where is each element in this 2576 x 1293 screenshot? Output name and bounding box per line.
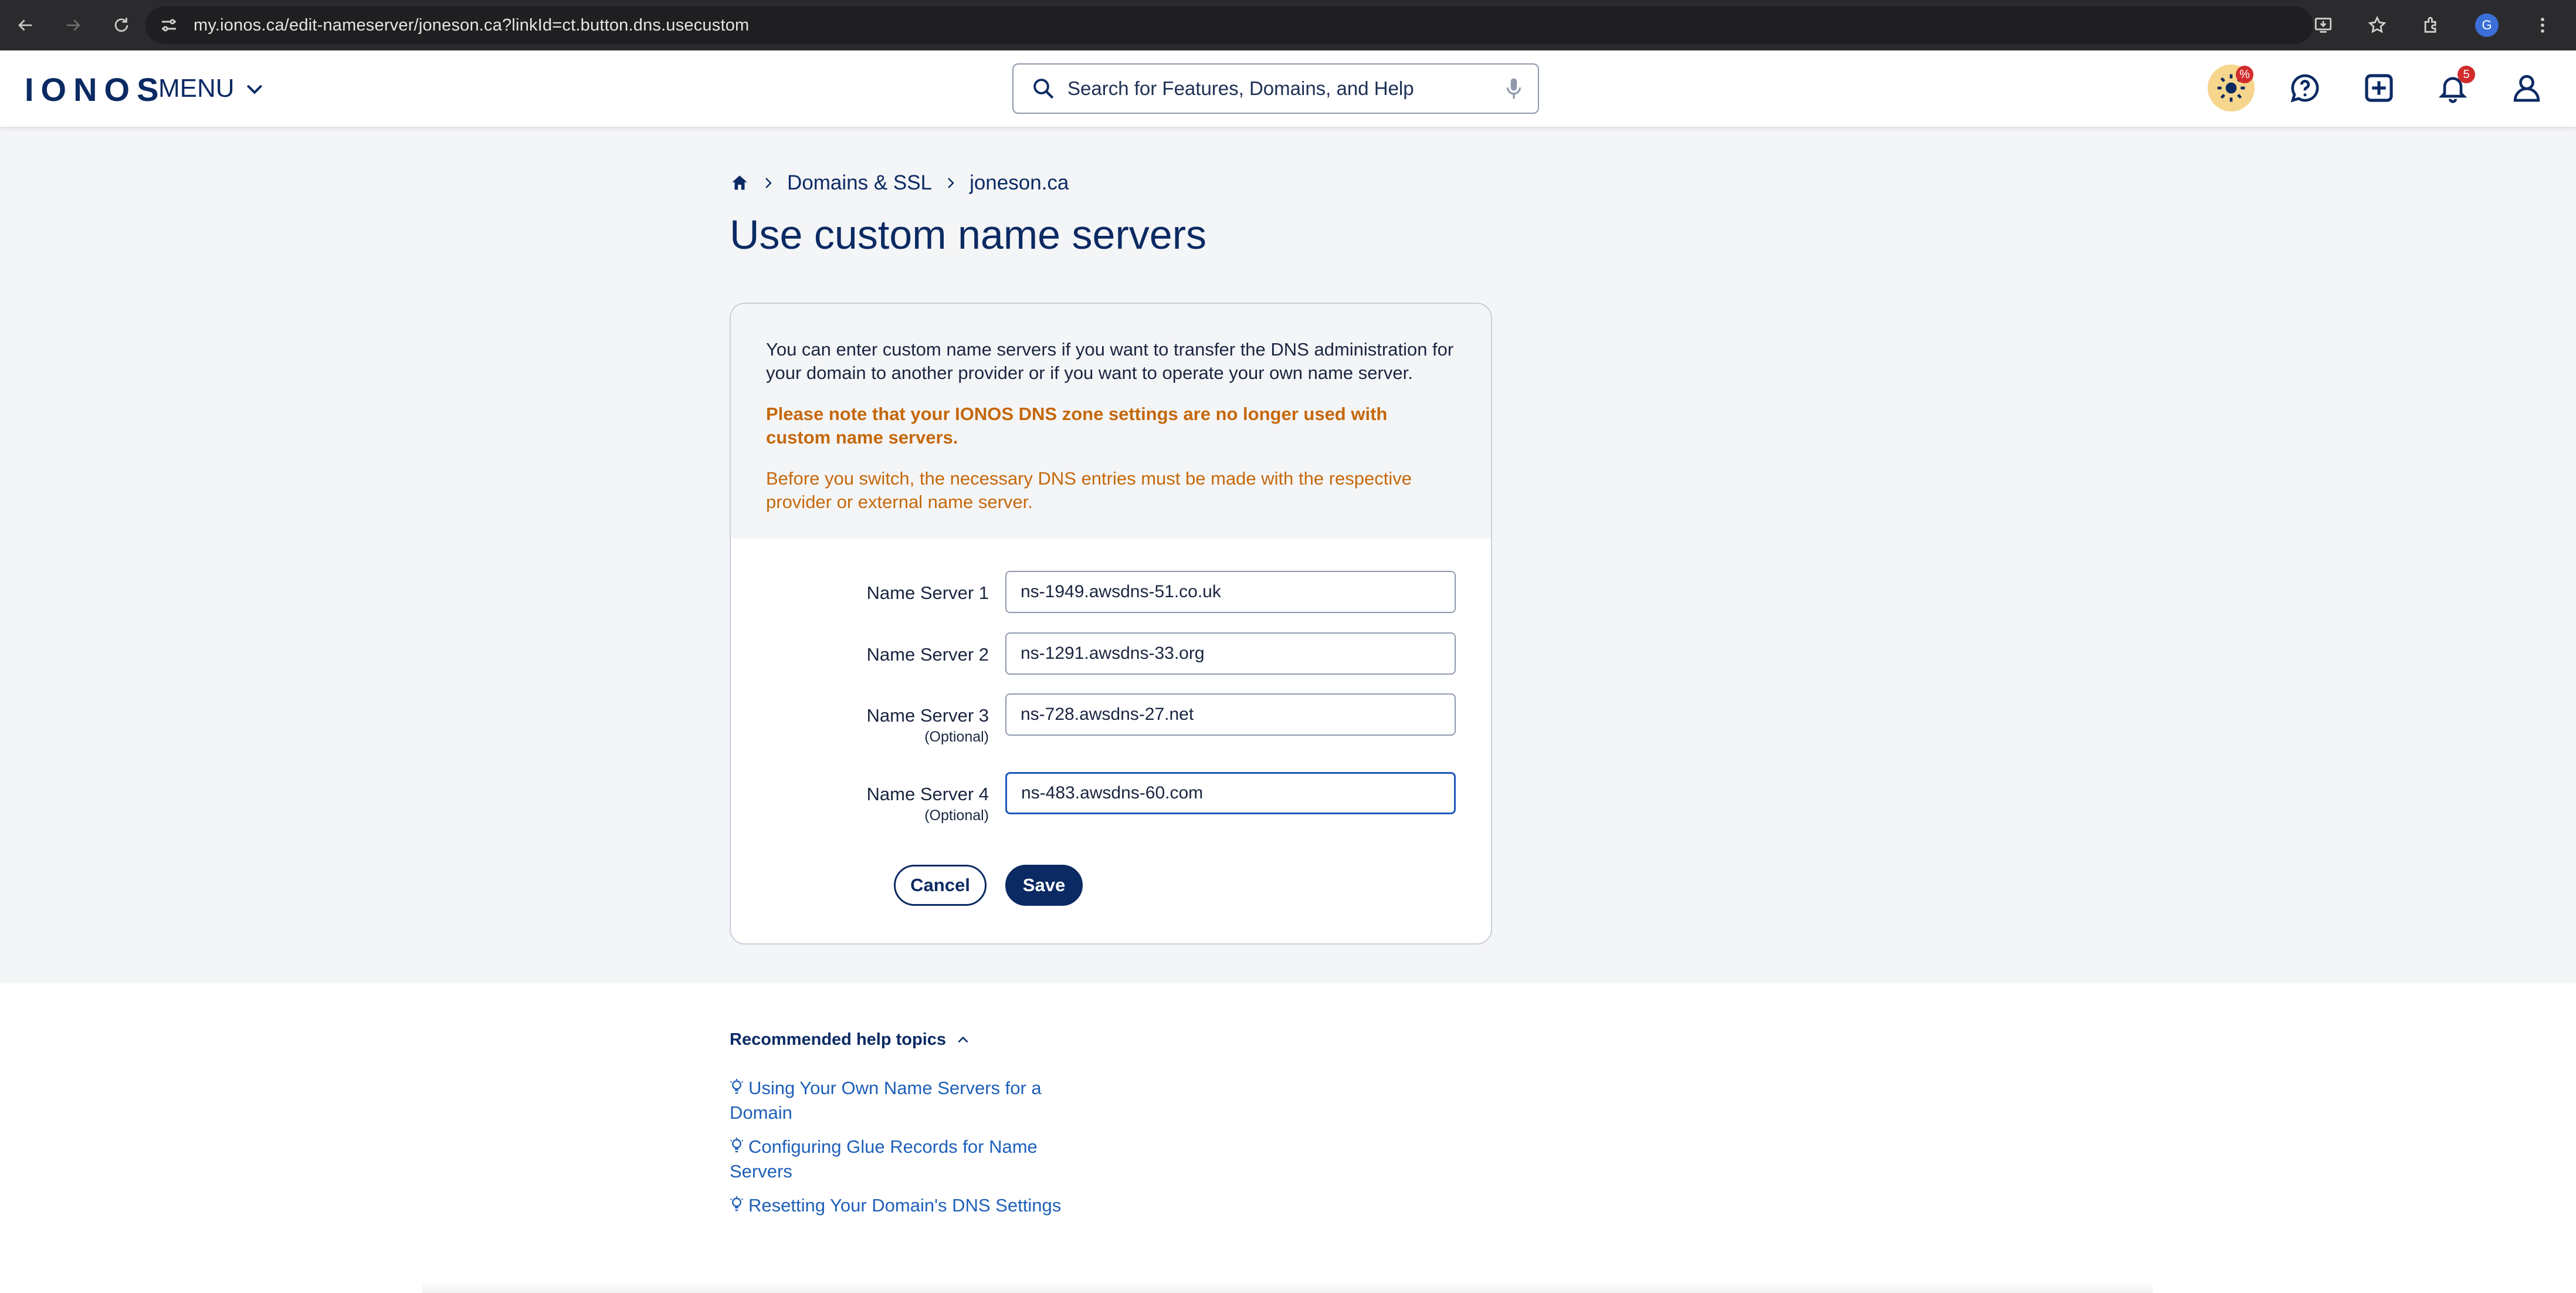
lightbulb-icon bbox=[730, 1138, 744, 1153]
forward-icon[interactable] bbox=[61, 13, 86, 38]
account-button[interactable] bbox=[2503, 65, 2550, 111]
promo-badge: % bbox=[2236, 66, 2253, 83]
help-link-glue-records[interactable]: Configuring Glue Records for Name Server… bbox=[730, 1135, 1058, 1184]
add-button[interactable] bbox=[2355, 65, 2402, 111]
breadcrumb-item-domain[interactable]: joneson.ca bbox=[970, 171, 1069, 195]
notifications-button[interactable]: 5 bbox=[2429, 65, 2476, 111]
nameserver-4-optional: (Optional) bbox=[924, 807, 989, 824]
search-box[interactable] bbox=[1012, 63, 1539, 114]
chevron-right-icon bbox=[765, 178, 772, 188]
help-link-text: Resetting Your Domain's DNS Settings bbox=[748, 1195, 1062, 1216]
nameserver-row-2: Name Server 2 bbox=[731, 632, 1491, 675]
header-actions: % 5 bbox=[2208, 65, 2550, 111]
nameserver-2-input[interactable] bbox=[1005, 632, 1456, 675]
help-title: Recommended help topics bbox=[730, 1030, 947, 1049]
help-link-own-nameservers[interactable]: Using Your Own Name Servers for a Domain bbox=[730, 1076, 1058, 1125]
install-app-icon[interactable] bbox=[2313, 15, 2333, 35]
info-note: Before you switch, the necessary DNS ent… bbox=[766, 468, 1412, 512]
reload-icon[interactable] bbox=[109, 13, 134, 38]
nameserver-3-label: Name Server 3 (Optional) bbox=[867, 705, 989, 746]
help-section: Recommended help topics Using Your Own N… bbox=[0, 983, 2576, 1293]
help-link-text: Configuring Glue Records for Name Server… bbox=[730, 1136, 1038, 1182]
nameserver-row-1: Name Server 1 bbox=[731, 571, 1491, 613]
chevron-down-icon bbox=[246, 84, 262, 94]
help-toggle[interactable]: Recommended help topics bbox=[730, 1030, 971, 1050]
notifications-badge: 5 bbox=[2458, 66, 2475, 83]
nameserver-1-label: Name Server 1 bbox=[867, 583, 989, 604]
nameserver-3-label-text: Name Server 3 bbox=[866, 705, 989, 726]
lightbulb-icon bbox=[730, 1196, 744, 1211]
site-settings-icon[interactable] bbox=[158, 15, 179, 36]
chevron-up-icon bbox=[958, 1036, 968, 1042]
nameserver-card: You can enter custom name servers if you… bbox=[730, 303, 1492, 945]
ionos-logo[interactable]: IONOS bbox=[25, 70, 165, 109]
profile-avatar[interactable]: G bbox=[2475, 13, 2499, 37]
search-icon bbox=[1033, 79, 1054, 99]
plus-square-icon bbox=[2365, 74, 2393, 102]
info-text: You can enter custom name servers if you… bbox=[766, 339, 1454, 383]
breadcrumb-item-domains[interactable]: Domains & SSL bbox=[787, 171, 932, 195]
footer-shadow bbox=[422, 1281, 2153, 1293]
nameserver-2-label: Name Server 2 bbox=[867, 644, 989, 665]
nameserver-4-input[interactable] bbox=[1005, 772, 1456, 814]
save-button[interactable]: Save bbox=[1005, 865, 1083, 906]
help-button[interactable] bbox=[2282, 65, 2328, 111]
home-icon[interactable] bbox=[730, 173, 750, 193]
chevron-right-icon bbox=[948, 178, 954, 188]
bookmark-star-icon[interactable] bbox=[2367, 15, 2387, 35]
nameserver-4-label-text: Name Server 4 bbox=[866, 784, 989, 804]
help-link-reset-dns[interactable]: Resetting Your Domain's DNS Settings bbox=[730, 1193, 1140, 1218]
nameserver-row-3: Name Server 3 (Optional) bbox=[731, 693, 1491, 745]
user-icon bbox=[2513, 75, 2540, 102]
nameserver-2-label-text: Name Server 2 bbox=[866, 644, 989, 665]
url-text[interactable]: my.ionos.ca/edit-nameserver/joneson.ca?l… bbox=[194, 16, 749, 35]
breadcrumb: Domains & SSL joneson.ca bbox=[730, 171, 1069, 195]
nameserver-row-4: Name Server 4 (Optional) bbox=[731, 772, 1491, 824]
browser-toolbar: my.ionos.ca/edit-nameserver/joneson.ca?l… bbox=[0, 0, 2576, 50]
back-icon[interactable] bbox=[13, 13, 38, 38]
browser-nav bbox=[0, 13, 134, 38]
search-input[interactable] bbox=[1066, 77, 1504, 100]
page-title: Use custom name servers bbox=[730, 212, 1207, 258]
nameserver-1-input[interactable] bbox=[1005, 571, 1456, 613]
menu-label: MENU bbox=[158, 74, 235, 103]
help-chat-icon bbox=[2290, 74, 2319, 103]
info-warning: Please note that your IONOS DNS zone set… bbox=[766, 404, 1388, 448]
microphone-icon[interactable] bbox=[1504, 76, 1524, 101]
nameserver-1-label-text: Name Server 1 bbox=[866, 583, 989, 603]
info-panel: You can enter custom name servers if you… bbox=[731, 304, 1491, 539]
address-bar[interactable]: my.ionos.ca/edit-nameserver/joneson.ca?l… bbox=[145, 6, 2313, 44]
nameserver-4-label: Name Server 4 (Optional) bbox=[867, 784, 989, 824]
help-link-text: Using Your Own Name Servers for a Domain bbox=[730, 1078, 1042, 1123]
lightbulb-icon bbox=[730, 1079, 744, 1094]
cancel-button[interactable]: Cancel bbox=[894, 865, 987, 906]
nameserver-3-optional: (Optional) bbox=[924, 729, 989, 745]
nameserver-3-input[interactable] bbox=[1005, 693, 1456, 736]
browser-menu-icon[interactable] bbox=[2533, 15, 2553, 35]
promo-button[interactable]: % bbox=[2208, 65, 2255, 111]
menu-button[interactable]: MENU bbox=[158, 74, 266, 103]
app-header: IONOS MENU % 5 bbox=[0, 50, 2576, 128]
browser-actions: G bbox=[2313, 13, 2576, 37]
extensions-icon[interactable] bbox=[2421, 15, 2441, 35]
